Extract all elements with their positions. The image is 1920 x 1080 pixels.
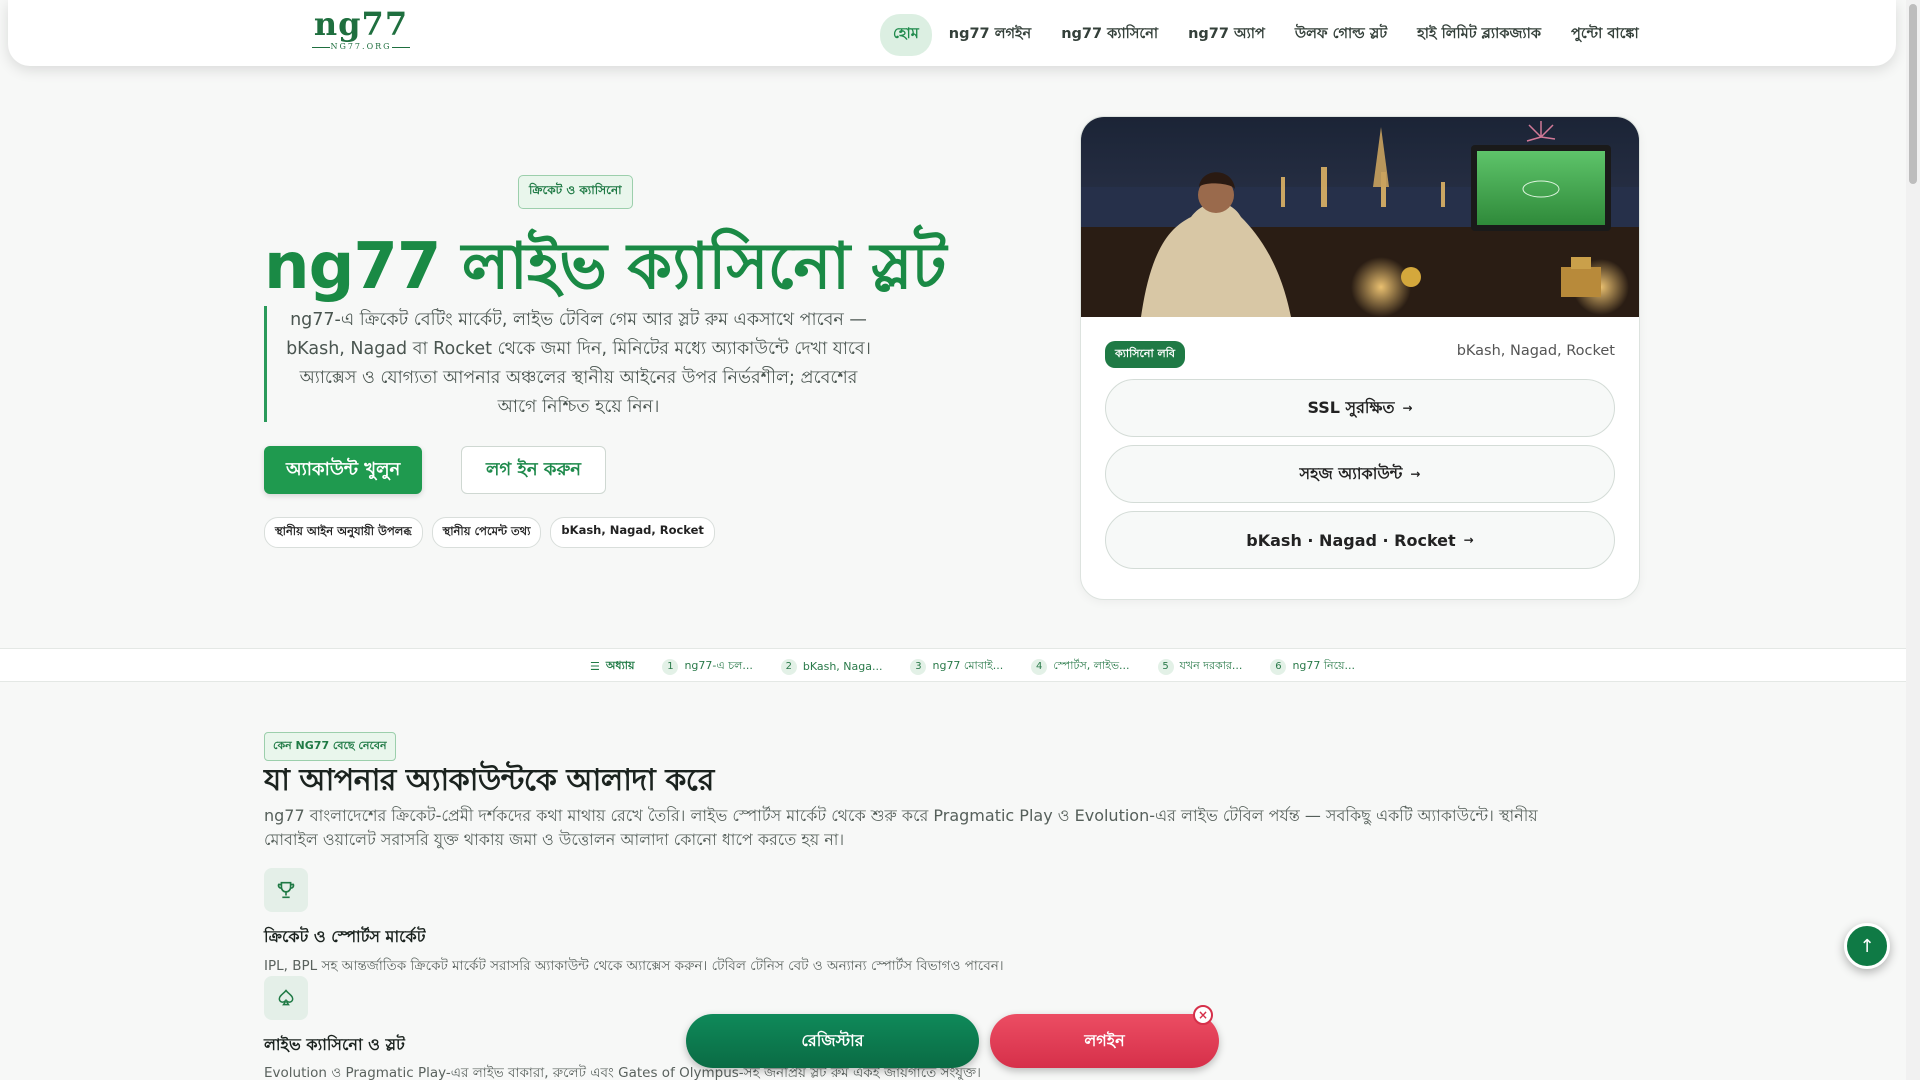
logo-subtext: NG77.ORG [306, 42, 416, 51]
easy-account-label: সহজ অ্যাকাউন্ট [1299, 463, 1403, 483]
chapter-number: 4 [1031, 658, 1048, 675]
floating-login-button[interactable]: লগইন [990, 1014, 1219, 1068]
casino-lobby-badge: ক্যাসিনো লবি [1105, 341, 1185, 368]
chapter-label: ng77 মোবাই... [932, 659, 1004, 672]
chip-local-law: স্থানীয় আইন অনুযায়ী উপলব্ধ [264, 517, 423, 548]
back-to-top-button[interactable]: ↑ [1844, 923, 1890, 969]
chapter-link-6[interactable]: 6 ng77 নিয়ে... [1270, 657, 1355, 676]
arrow-right-icon: → [1410, 467, 1421, 481]
nav-item-wolf-gold[interactable]: উলফ গোল্ড স্লট [1282, 14, 1400, 56]
scrollbar-thumb[interactable] [1909, 4, 1917, 184]
hero-image [1081, 117, 1639, 317]
wallets-label: bKash · Nagad · Rocket [1246, 530, 1456, 550]
chapter-link-3[interactable]: 3 ng77 মোবাই... [910, 657, 1003, 676]
chapter-link-2[interactable]: 2 bKash, Naga... [780, 658, 883, 675]
hero-description: ng77-এ ক্রিকেট বেটিং মার্কেট, লাইভ টেবিল… [264, 306, 874, 422]
main-nav: হোম ng77 লগইন ng77 ক্যাসিনো ng77 অ্যাপ উ… [880, 14, 1652, 56]
hero-chips: স্থানীয় আইন অনুযায়ী উপলব্ধ স্থানীয় পে… [264, 517, 715, 548]
chapter-number: 2 [780, 658, 797, 675]
chapter-label: যখন দরকার... [1179, 659, 1243, 672]
chapter-number: 6 [1270, 658, 1287, 675]
chapter-number: 5 [1157, 658, 1174, 675]
features-title: যা আপনার অ্যাকাউন্টকে আলাদা করে [264, 763, 714, 798]
chapter-label: ng77 নিয়ে... [1292, 659, 1355, 672]
features-description: ng77 বাংলাদেশের ক্রিকেট-প্রেমী দর্শকদের … [264, 806, 1538, 849]
top-navbar: ng77 NG77.ORG হোম ng77 লগইন ng77 ক্যাসিন… [8, 0, 1896, 66]
hero-tag: ক্রিকেট ও ক্যাসিনো [518, 175, 633, 209]
close-icon[interactable]: × [1193, 1005, 1213, 1025]
feature-desc-sports: IPL, BPL সহ আন্তর্জাতিক ক্রিকেট মার্কেট … [264, 958, 1004, 974]
login-button[interactable]: লগ ইন করুন [461, 446, 606, 494]
chapter-link-1[interactable]: 1 ng77-এ চল... [662, 657, 753, 676]
arrow-right-icon: → [1463, 533, 1474, 547]
feature-title-casino: লাইভ ক্যাসিনো ও স্লট [264, 1035, 405, 1054]
chapter-label: স্পোর্টস, লাইভ... [1053, 659, 1130, 672]
spade-icon [264, 976, 308, 1020]
chip-wallets: bKash, Nagad, Rocket [550, 517, 715, 548]
chapter-number: 1 [662, 658, 679, 675]
list-icon: ☰ [590, 660, 600, 673]
chapter-link-5[interactable]: 5 যখন দরকার... [1157, 657, 1243, 676]
nav-item-punto-banco[interactable]: পুন্টো বাঙ্কো [1558, 14, 1652, 56]
arrow-right-icon: → [1402, 401, 1413, 415]
ssl-secure-label: SSL সুরক্ষিত [1307, 397, 1395, 417]
trophy-icon [264, 868, 308, 912]
floating-register-button[interactable]: রেজিস্টার [686, 1014, 979, 1068]
arrow-up-icon: ↑ [1859, 935, 1875, 957]
chip-local-payment: স্থানীয় পেমেন্ট তথ্য [431, 517, 542, 548]
feature-title-sports: ক্রিকেট ও স্পোর্টস মার্কেট [264, 927, 426, 946]
chapter-label: bKash, Naga... [802, 660, 883, 673]
chapters-bar: ☰ অধ্যায় 1 ng77-এ চল... 2 bKash, Naga... … [0, 648, 1906, 682]
ssl-secure-button[interactable]: SSL সুরক্ষিত → [1105, 379, 1615, 437]
chapter-number: 3 [910, 658, 927, 675]
card-payment-methods: bKash, Nagad, Rocket [1456, 343, 1615, 359]
casino-lobby-card: ক্যাসিনো লবি bKash, Nagad, Rocket SSL সু… [1080, 116, 1640, 600]
nav-item-home[interactable]: হোম [880, 14, 932, 56]
easy-account-button[interactable]: সহজ অ্যাকাউন্ট → [1105, 445, 1615, 503]
nav-item-login[interactable]: ng77 লগইন [936, 14, 1044, 56]
nav-item-app[interactable]: ng77 অ্যাপ [1175, 14, 1278, 56]
nav-item-blackjack[interactable]: হাই লিমিট ব্ল্যাকজ্যাক [1404, 14, 1554, 56]
chapters-label: অধ্যায় [605, 659, 635, 672]
site-logo[interactable]: ng77 NG77.ORG [306, 6, 416, 56]
wallets-button[interactable]: bKash · Nagad · Rocket → [1105, 511, 1615, 569]
chapter-label: ng77-এ চল... [684, 659, 753, 672]
chapter-link-4[interactable]: 4 স্পোর্টস, লাইভ... [1031, 657, 1130, 676]
open-account-button[interactable]: অ্যাকাউন্ট খুলুন [264, 446, 423, 494]
nav-item-casino[interactable]: ng77 ক্যাসিনো [1048, 14, 1171, 56]
logo-text: ng77 [313, 5, 409, 43]
chapters-heading: ☰ অধ্যায় [590, 657, 634, 676]
page-scrollbar[interactable] [1906, 0, 1920, 1080]
